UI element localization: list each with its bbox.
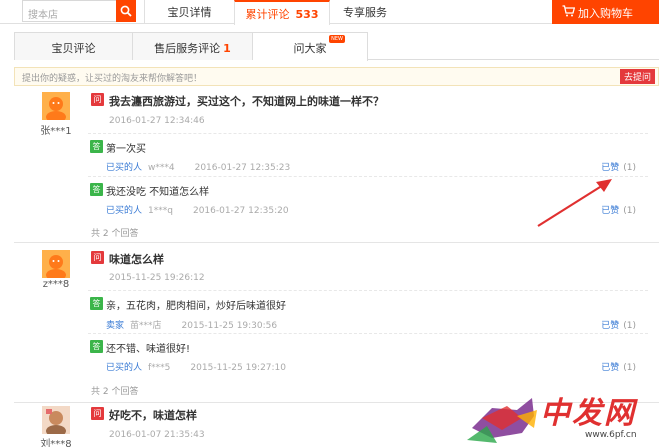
- ask-question-bar[interactable]: 提出你的疑惑，让买过的淘友来帮你解答吧！ 去提问: [14, 67, 659, 86]
- question-icon: 问: [91, 251, 104, 264]
- answer-text: 第一次买: [106, 144, 146, 155]
- subtab-aftersale-reviews[interactable]: 售后服务评论 1: [133, 32, 253, 60]
- question-time: 2015-11-25 19:26:12: [109, 273, 205, 283]
- question-text[interactable]: 好吃不，味道怎样: [109, 407, 197, 423]
- answer-icon: 答: [90, 183, 103, 196]
- annotation-arrow-icon: [537, 179, 612, 227]
- watermark-url: www.6pf.cn: [585, 430, 637, 440]
- user-name: 刘***8: [40, 439, 72, 447]
- avatar-icon: [42, 250, 70, 278]
- question-icon: 问: [91, 407, 104, 420]
- answer-icon: 答: [90, 297, 103, 310]
- question-time: 2016-01-07 21:35:43: [109, 430, 205, 440]
- subtab-ask-everyone[interactable]: 问大家 NEW: [253, 32, 368, 61]
- ask-question-button[interactable]: 去提问: [619, 69, 655, 84]
- answer-meta: 已买的人 w***4 2016-01-27 12:35:23: [106, 163, 291, 173]
- answer-total[interactable]: 共 2 个回答: [91, 226, 138, 239]
- avatar-icon: [42, 92, 70, 120]
- user-name: 张***1: [40, 126, 72, 137]
- question-text[interactable]: 我去瀍西旅游过，买过这个，不知道网上的味道一样不？: [109, 93, 384, 109]
- answer-total[interactable]: 共 2 个回答: [91, 384, 138, 397]
- answer-icon: 答: [90, 340, 103, 353]
- like-button[interactable]: 已赞 (1): [601, 318, 636, 331]
- search-button[interactable]: [116, 0, 136, 22]
- answer-meta: 卖家 苗***店 2015-11-25 19:30:56: [106, 321, 278, 331]
- review-count: 533: [295, 8, 319, 21]
- answer-item: 答 还不错、味道很好! 已买的人 f***5 2015-11-25 19:27:10…: [88, 333, 648, 376]
- answer-meta: 已买的人 1***q 2016-01-27 12:35:20: [106, 206, 289, 216]
- review-subtabs: 宝贝评论 售后服务评论 1 问大家 NEW: [14, 32, 659, 61]
- like-button[interactable]: 已赞 (1): [601, 160, 636, 173]
- answer-icon: 答: [90, 140, 103, 153]
- shop-search-input[interactable]: 搜本店: [22, 0, 116, 22]
- question-text[interactable]: 味道怎么样: [109, 251, 164, 267]
- answer-text: 亲，五花肉，肥肉相间，炒好后味道很好: [106, 301, 286, 312]
- subtab-item-reviews[interactable]: 宝贝评论: [14, 32, 133, 60]
- tab-reviews[interactable]: 累计评论 533: [234, 0, 330, 25]
- search-icon: [120, 5, 132, 17]
- answer-text: 我还没吃 不知道怎么样: [106, 187, 210, 198]
- question-time: 2016-01-27 12:34:46: [109, 116, 205, 126]
- answer-meta: 已买的人 f***5 2015-11-25 19:27:10: [106, 363, 287, 373]
- cart-icon: [562, 5, 575, 17]
- tab-item-detail[interactable]: 宝贝详情: [144, 0, 234, 24]
- answer-item: 答 第一次买 已买的人 w***4 2016-01-27 12:35:23 已赞 (1…: [88, 133, 648, 176]
- new-badge: NEW: [329, 35, 345, 43]
- top-tab-bar: 搜本店 宝贝详情 累计评论 533 专享服务 加入购物车: [0, 0, 659, 25]
- user-name: z***8: [42, 279, 70, 290]
- answer-item: 答 亲，五花肉，肥肉相间，炒好后味道很好 卖家 苗***店 2015-11-25 1…: [88, 290, 648, 333]
- watermark-brand: 中发网: [540, 396, 636, 431]
- question-icon: 问: [91, 93, 104, 106]
- tab-exclusive-service[interactable]: 专享服务: [330, 0, 400, 24]
- ask-input-placeholder: 提出你的疑惑，让买过的淘友来帮你解答吧！: [22, 74, 203, 84]
- add-to-cart-button[interactable]: 加入购物车: [552, 0, 659, 24]
- like-button[interactable]: 已赞 (1): [601, 360, 636, 373]
- answer-text: 还不错、味道很好!: [106, 344, 191, 355]
- avatar-icon: [42, 406, 70, 434]
